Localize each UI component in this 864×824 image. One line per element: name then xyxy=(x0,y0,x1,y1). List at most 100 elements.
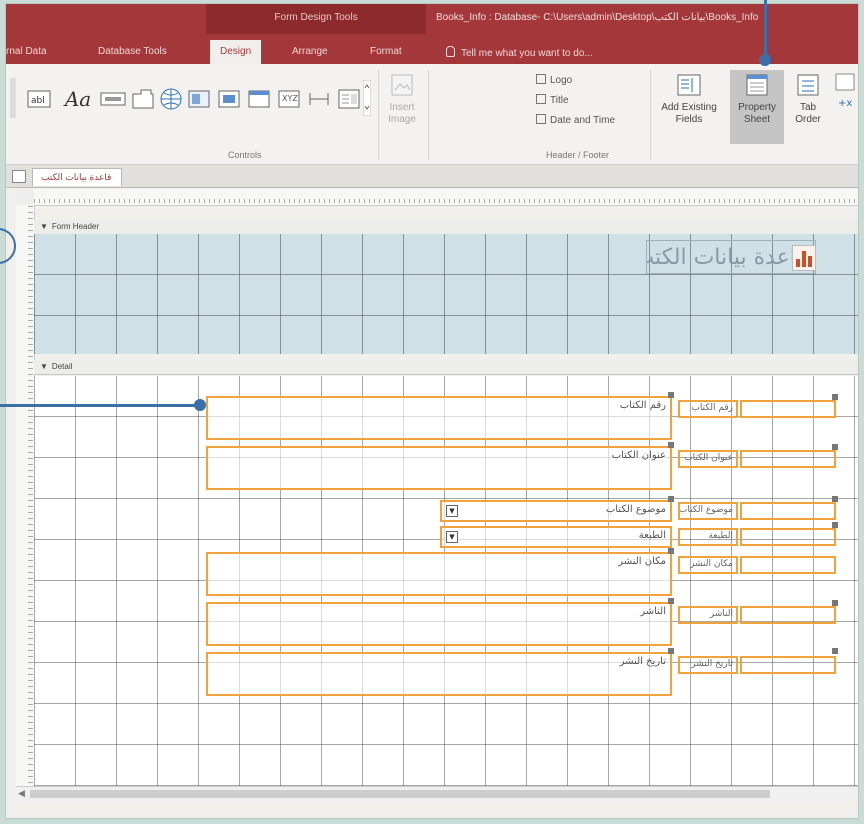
date-and-time-button[interactable]: Date and Time xyxy=(536,114,615,126)
label-selection-strip[interactable] xyxy=(740,606,836,624)
move-handle[interactable] xyxy=(832,648,838,654)
horizontal-scrollbar[interactable]: ◀ xyxy=(16,786,858,801)
title-button[interactable]: Title xyxy=(536,94,569,106)
move-handle[interactable] xyxy=(668,648,674,654)
tab-format[interactable]: Format xyxy=(370,46,402,57)
hyperlink-icon[interactable] xyxy=(158,86,184,112)
section-marker-icon: ▼ xyxy=(40,362,48,371)
lightbulb-icon xyxy=(446,46,455,57)
property-sheet-icon xyxy=(746,74,768,96)
group-separator xyxy=(378,70,379,160)
publish-date-label[interactable]: تاريخ النشر xyxy=(678,656,738,674)
book-title-textbox[interactable]: عنوان الكتاب xyxy=(206,446,672,490)
add-existing-fields-button[interactable]: Add Existing Fields xyxy=(654,72,724,126)
move-handle[interactable] xyxy=(668,548,674,554)
property-sheet-label: Property Sheet xyxy=(738,102,776,125)
group-separator xyxy=(428,70,429,160)
publisher-label[interactable]: الناشر xyxy=(678,606,738,624)
book-title-label[interactable]: عنوان الكتاب xyxy=(678,450,738,468)
move-handle[interactable] xyxy=(832,522,838,528)
tell-me-box[interactable]: Tell me what you want to do... xyxy=(446,46,593,59)
tab-external-data[interactable]: rnal Data xyxy=(6,46,47,57)
callout-dot-textbox xyxy=(194,399,206,411)
ruler-corner[interactable] xyxy=(16,189,35,206)
callout-dot-property-sheet xyxy=(759,54,771,66)
logo-button[interactable]: Logo xyxy=(536,74,572,86)
svg-text:XYZ: XYZ xyxy=(282,94,298,103)
fields-list-icon xyxy=(677,74,701,96)
detail-section-bar[interactable]: ▼ Detail xyxy=(34,360,858,375)
label-selection-strip[interactable] xyxy=(740,400,836,418)
chart-icon[interactable]: XYZ xyxy=(276,86,302,112)
access-window: Form Design Tools Books_Info : Database-… xyxy=(6,4,858,818)
form-header-section-bar[interactable]: ▼ Form Header xyxy=(34,220,858,235)
move-handle[interactable] xyxy=(832,600,838,606)
label-selection-strip[interactable] xyxy=(740,656,836,674)
insert-image-button[interactable]: Insert Image xyxy=(382,72,422,126)
label-selection-strip[interactable] xyxy=(740,528,836,546)
ribbon-tab-row: rnal Data Database Tools Design Arrange … xyxy=(6,34,858,64)
move-handle[interactable] xyxy=(668,598,674,604)
detail-label: Detail xyxy=(51,362,73,371)
tab-design[interactable]: Design xyxy=(210,40,262,64)
publish-date-textbox[interactable]: تاريخ النشر xyxy=(206,652,672,696)
title-icon xyxy=(536,94,546,104)
edition-label[interactable]: الطبعة xyxy=(678,528,738,546)
form-header-label: Form Header xyxy=(51,222,100,231)
dropdown-arrow-icon[interactable]: ▼ xyxy=(446,531,458,543)
publisher-textbox[interactable]: الناشر xyxy=(206,602,672,646)
horizontal-ruler[interactable] xyxy=(34,189,858,206)
section-marker-icon: ▼ xyxy=(40,222,48,231)
publish-place-textbox[interactable]: مكان النشر xyxy=(206,552,672,596)
web-browser-icon[interactable] xyxy=(216,86,242,112)
move-handle[interactable] xyxy=(832,496,838,502)
publish-place-label[interactable]: مكان النشر xyxy=(678,556,738,574)
form-title-label[interactable]: قاعدة بيانات الكتب xyxy=(646,240,816,274)
label-icon[interactable]: Aa xyxy=(60,86,96,112)
book-subject-combobox[interactable]: ▼ موضوع الكتاب xyxy=(440,500,672,522)
combo-box-icon[interactable] xyxy=(246,86,272,112)
svg-text:abl: abl xyxy=(31,96,45,106)
property-sheet-button[interactable]: Property Sheet xyxy=(730,70,784,144)
navigation-icon[interactable] xyxy=(186,86,212,112)
tab-control-icon[interactable] xyxy=(130,86,156,112)
move-handle[interactable] xyxy=(832,394,838,400)
vertical-ruler[interactable] xyxy=(16,205,35,795)
tab-order-icon xyxy=(797,74,819,96)
scrollbar-thumb[interactable] xyxy=(30,790,770,798)
tab-arrange[interactable]: Arrange xyxy=(292,46,328,57)
book-subject-label[interactable]: موضوع الكتاب xyxy=(678,502,738,520)
form-document-tab[interactable]: قاعدة بيانات الكتب xyxy=(32,168,123,186)
tab-order-button[interactable]: Tab Order xyxy=(788,72,828,126)
form-logo-icon[interactable] xyxy=(792,245,816,271)
group-separator xyxy=(650,70,651,160)
edition-value: الطبعة xyxy=(638,530,666,541)
move-handle[interactable] xyxy=(668,496,674,502)
callout-line-property-sheet xyxy=(764,0,767,56)
move-handle[interactable] xyxy=(832,444,838,450)
move-handle[interactable] xyxy=(668,442,674,448)
textbox-icon[interactable]: abl xyxy=(26,86,52,112)
dropdown-arrow-icon[interactable]: ▼ xyxy=(446,505,458,517)
subform-icon[interactable] xyxy=(336,86,362,112)
move-handle[interactable] xyxy=(668,392,674,398)
button-icon[interactable] xyxy=(98,86,128,112)
scroll-left-arrow-icon[interactable]: ◀ xyxy=(18,788,25,799)
book-number-textbox[interactable]: رقم الكتاب xyxy=(206,396,672,440)
ribbon-overflow-icon[interactable]: +x xyxy=(832,72,858,116)
tell-me-text: Tell me what you want to do... xyxy=(461,48,593,59)
controls-more-arrow[interactable] xyxy=(362,80,372,116)
controls-group-label: Controls xyxy=(228,150,262,160)
tab-database-tools[interactable]: Database Tools xyxy=(98,46,167,57)
line-icon[interactable] xyxy=(306,86,332,112)
header-footer-group-label: Header / Footer xyxy=(546,150,610,160)
book-number-label[interactable]: رقم الكتاب xyxy=(678,400,738,418)
logo-icon xyxy=(536,74,546,84)
label-selection-strip[interactable] xyxy=(740,502,836,520)
controls-scroll-left[interactable] xyxy=(10,78,16,118)
title-label: Title xyxy=(550,95,569,106)
label-selection-strip[interactable] xyxy=(740,450,836,468)
insert-image-icon xyxy=(391,74,413,96)
label-selection-strip[interactable] xyxy=(740,556,836,574)
edition-combobox[interactable]: ▼ الطبعة xyxy=(440,526,672,548)
